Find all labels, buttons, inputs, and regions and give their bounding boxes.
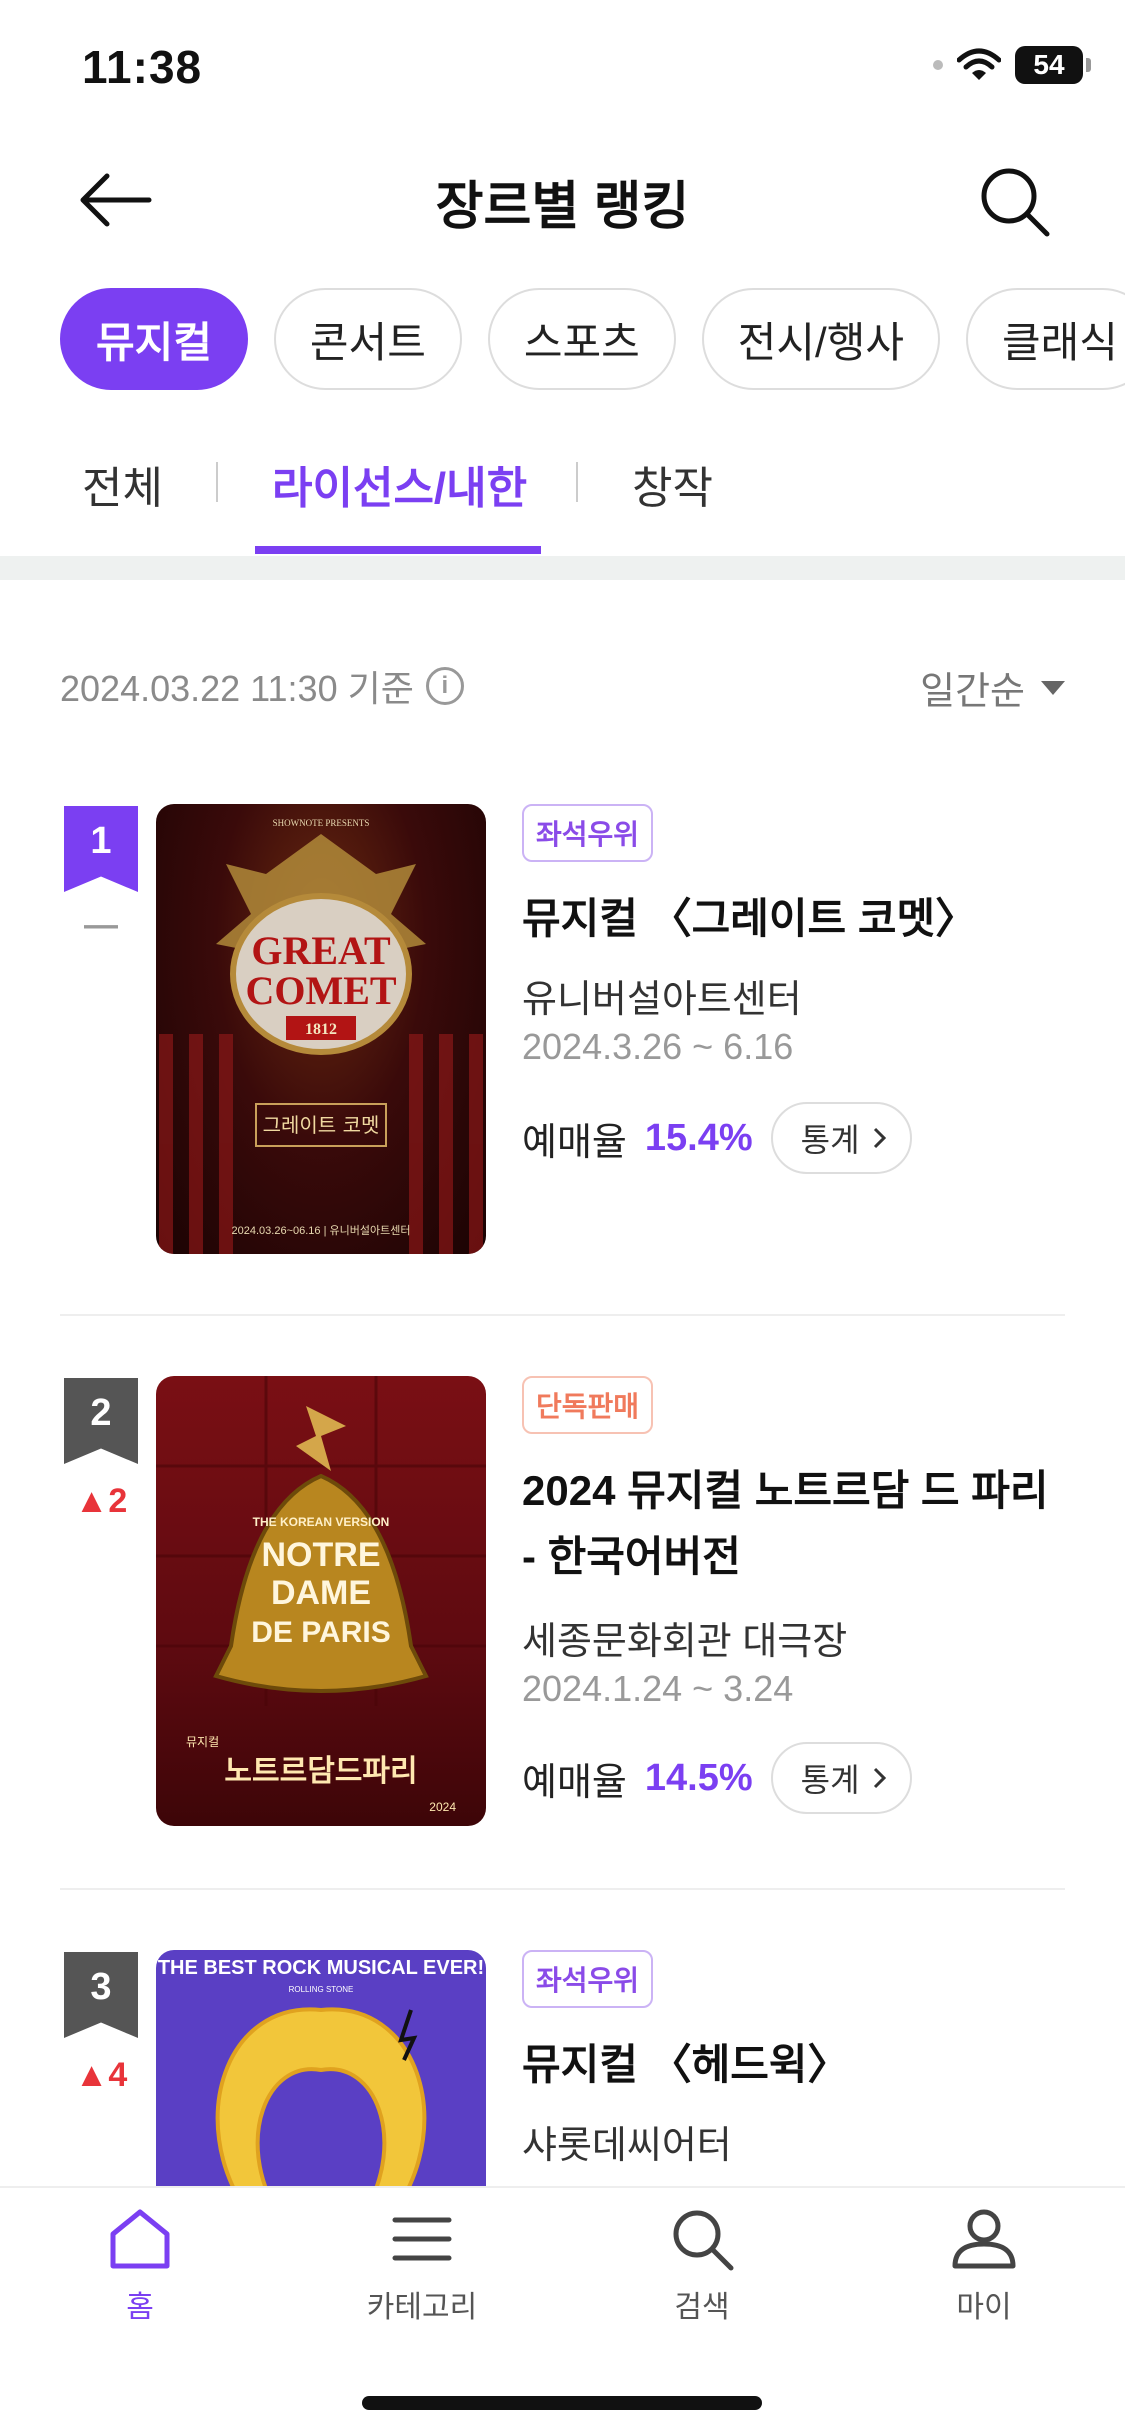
stats-button[interactable]: 통계 [770, 1102, 912, 1174]
poster-art: THE KOREAN VERSION NOTRE DAME DE PARIS 뮤… [156, 1376, 486, 1814]
poster-top-text: THE BEST ROCK MUSICAL EVER! [158, 1957, 484, 1979]
tab-original[interactable]: 창작 [632, 452, 713, 516]
home-indicator[interactable] [362, 2396, 762, 2410]
basis-date: 2024.03.22 11:30 기준 [60, 668, 414, 709]
basis-line: 2024.03.22 11:30 기준 i [60, 660, 464, 712]
stats-button[interactable]: 통계 [770, 1742, 912, 1814]
chip-musical[interactable]: 뮤지컬 [60, 288, 248, 390]
rank-change: ▲2 [74, 1482, 128, 1520]
poster-title-line1: GREAT [251, 928, 391, 973]
poster-korean-title: 노트르담드파리 [224, 1754, 417, 1789]
poster-top-text: THE KOREAN VERSION [253, 1515, 390, 1529]
tab-separator [216, 462, 218, 502]
nav-home[interactable]: 홈 [50, 2204, 230, 2326]
ranking-item[interactable]: 1 — SHOWNOTE PRESENTS GREAT COMET 1812 그… [0, 800, 1125, 1320]
status-badge: 좌석우위 [522, 1950, 654, 2008]
user-icon [952, 2209, 1016, 2269]
info-icon[interactable]: i [425, 667, 464, 705]
poster-title-line3: DE PARIS [251, 1616, 390, 1649]
show-title[interactable]: 뮤지컬 〈헤드윅〉 [522, 2032, 1052, 2098]
item-divider [60, 1314, 1065, 1316]
chip-classic[interactable]: 클래식 [966, 288, 1125, 390]
poster-korean-title: 그레이트 코멧 [263, 1113, 380, 1137]
tab-all[interactable]: 전체 [82, 452, 163, 516]
poster-dates: 2024.03.26~06.16 | 유니버설아트센터 [232, 1224, 411, 1237]
nav-my-label: 마이 [956, 2291, 1012, 2324]
chevron-right-icon [873, 1127, 886, 1149]
ranking-item[interactable]: 3 ▲4 THE BEST ROCK MUSICAL EVER! ROLLING… [0, 1946, 1125, 2186]
sales-rate: 15.4% [644, 1116, 753, 1159]
sales-row: 예매율 14.5% 통계 [522, 1742, 912, 1814]
sort-dropdown[interactable]: 일간순 [920, 660, 1065, 715]
status-bar: 11:38 54 [0, 0, 1125, 132]
chip-exhibition[interactable]: 전시/행사 [701, 288, 940, 390]
chip-sports[interactable]: 스포츠 [487, 288, 676, 390]
ranking-screen: 11:38 54 장르별 랭킹 뮤지컬 콘서트 스포츠 전시/행사 클래식 전체… [0, 0, 1125, 2436]
home-icon [110, 2209, 170, 2269]
poster-sub-text: ROLLING STONE [289, 1985, 354, 1994]
nav-my[interactable]: 마이 [894, 2204, 1074, 2326]
nav-category[interactable]: 카테고리 [332, 2204, 512, 2326]
menu-icon [392, 2217, 452, 2261]
poster-art: SHOWNOTE PRESENTS GREAT COMET 1812 그레이트 … [159, 818, 483, 1254]
rank-change: ▲4 [74, 2056, 128, 2094]
sales-row: 예매율 15.4% 통계 [522, 1102, 912, 1174]
rank-number: 3 [64, 1952, 138, 2038]
nav-category-label: 카테고리 [366, 2291, 478, 2324]
wifi-icon [957, 48, 1001, 80]
ranking-item[interactable]: 2 ▲2 THE KOREAN VERSION NOTRE DAME DE PA… [0, 1372, 1125, 1892]
nav-search[interactable]: 검색 [612, 2204, 792, 2326]
show-title[interactable]: 뮤지컬 〈그레이트 코멧〉 [522, 886, 1052, 952]
section-divider-band [0, 556, 1125, 580]
poster-image[interactable]: THE KOREAN VERSION NOTRE DAME DE PARIS 뮤… [156, 1376, 486, 1826]
sort-label: 일간순 [920, 671, 1025, 713]
poster-title-line2: COMET [245, 968, 396, 1013]
poster-title-line2: DAME [271, 1574, 371, 1612]
battery-indicator: 54 [1015, 46, 1091, 84]
poster-top-text: SHOWNOTE PRESENTS [273, 818, 370, 828]
signal-dot-icon [933, 60, 943, 70]
poster-image[interactable]: SHOWNOTE PRESENTS GREAT COMET 1812 그레이트 … [156, 804, 486, 1254]
tab-license[interactable]: 라이선스/내한 [272, 452, 527, 516]
search-icon [673, 2210, 734, 2271]
show-venue: 샤롯데씨어터 [522, 2125, 732, 2167]
sub-tabs: 전체 라이선스/내한 창작 [0, 440, 1125, 556]
genre-chips: 뮤지컬 콘서트 스포츠 전시/행사 클래식 [60, 288, 1125, 390]
show-venue: 유니버설아트센터 [522, 979, 802, 1021]
stats-label: 통계 [800, 1122, 860, 1158]
poster-korean-small: 뮤지컬 [186, 1735, 219, 1749]
status-icons: 54 [933, 46, 1091, 84]
sales-rate: 14.5% [644, 1756, 753, 1799]
page-title: 장르별 랭킹 [435, 178, 690, 236]
rank-change: — [84, 906, 118, 944]
status-badge: 좌석우위 [522, 804, 654, 862]
poster-year: 2024 [429, 1800, 456, 1814]
show-period: 2024.1.24 ~ 3.24 [522, 1668, 794, 1709]
stats-label: 통계 [800, 1762, 860, 1798]
sales-label: 예매율 [522, 1761, 627, 1804]
status-badge: 단독판매 [522, 1376, 654, 1434]
status-time: 11:38 [82, 41, 203, 93]
nav-search-label: 검색 [674, 2291, 730, 2324]
show-venue: 세종문화회관 대극장 [522, 1621, 848, 1663]
nav-home-label: 홈 [126, 2291, 154, 2324]
poster-art: THE BEST ROCK MUSICAL EVER! ROLLING STON… [158, 1957, 484, 2186]
chip-concert[interactable]: 콘서트 [273, 288, 462, 390]
show-title[interactable]: 2024 뮤지컬 노트르담 드 파리 - 한국어버전 [522, 1458, 1052, 1590]
search-icon[interactable] [975, 162, 1055, 242]
active-tab-underline [255, 546, 541, 554]
rank-number: 2 [64, 1378, 138, 1464]
poster-image[interactable]: THE BEST ROCK MUSICAL EVER! ROLLING STON… [156, 1950, 486, 2186]
caret-down-icon [1041, 680, 1065, 695]
rank-number: 1 [64, 806, 138, 892]
app-header: 장르별 랭킹 [0, 150, 1125, 250]
chevron-right-icon [873, 1767, 886, 1789]
show-period: 2024.3.26 ~ 6.16 [522, 1026, 794, 1067]
item-divider [60, 1888, 1065, 1890]
tab-separator [576, 462, 578, 502]
poster-title-line1: NOTRE [262, 1536, 381, 1574]
sales-label: 예매율 [522, 1121, 627, 1164]
poster-year: 1812 [305, 1021, 337, 1038]
